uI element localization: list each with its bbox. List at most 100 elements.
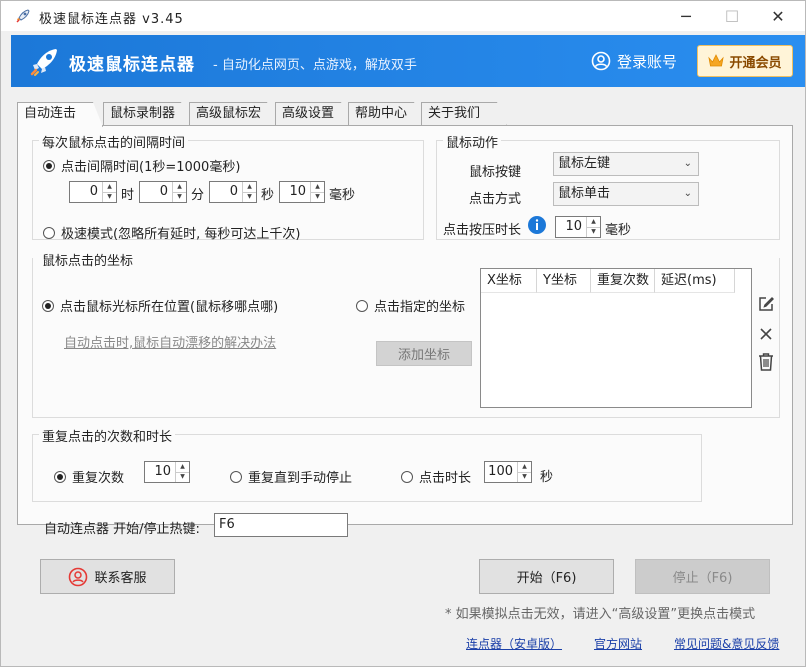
column-header-delay: 延迟(ms) bbox=[655, 269, 735, 293]
user-icon bbox=[591, 51, 611, 71]
start-button[interactable]: 开始（F6) bbox=[479, 559, 614, 594]
down-arrow-icon[interactable]: ▼ bbox=[173, 193, 186, 203]
down-arrow-icon[interactable]: ▼ bbox=[103, 193, 116, 203]
up-arrow-icon[interactable]: ▲ bbox=[311, 182, 324, 193]
android-version-link[interactable]: 连点器（安卓版） bbox=[466, 635, 562, 652]
login-label: 登录账号 bbox=[617, 52, 678, 71]
radio-click-duration[interactable]: 点击时长 bbox=[401, 467, 471, 486]
up-arrow-icon[interactable]: ▲ bbox=[518, 462, 531, 473]
radio-repeat-until-stop[interactable]: 重复直到手动停止 bbox=[230, 467, 352, 486]
up-arrow-icon[interactable]: ▲ bbox=[243, 182, 256, 193]
edit-coordinate-button[interactable] bbox=[756, 294, 776, 314]
vip-label: 开通会员 bbox=[729, 55, 782, 71]
milliseconds-unit: 毫秒 bbox=[329, 188, 356, 203]
press-duration-stepper[interactable]: 10 ▲ ▼ bbox=[555, 216, 601, 238]
up-arrow-icon[interactable]: ▲ bbox=[587, 217, 600, 228]
seconds-unit: 秒 bbox=[261, 188, 275, 203]
minutes-stepper[interactable]: 0 ▲ ▼ bbox=[139, 181, 187, 203]
clear-coordinates-button[interactable] bbox=[756, 352, 776, 372]
radio-dot bbox=[43, 226, 55, 239]
click-mode-label: 点击方式 bbox=[469, 192, 522, 207]
chevron-down-icon: ⌄ bbox=[683, 158, 692, 169]
down-arrow-icon[interactable]: ▼ bbox=[518, 473, 531, 483]
minutes-unit: 分 bbox=[191, 188, 205, 203]
hours-stepper[interactable]: 0 ▲ ▼ bbox=[69, 181, 117, 203]
column-header-x: X坐标 bbox=[481, 269, 537, 293]
window-title: 极速鼠标连点器 v3.45 bbox=[39, 12, 184, 27]
up-arrow-icon[interactable]: ▲ bbox=[103, 182, 116, 193]
brand-title: 极速鼠标连点器 bbox=[69, 55, 195, 75]
info-icon[interactable] bbox=[527, 215, 547, 235]
login-button[interactable]: 登录账号 bbox=[591, 49, 677, 73]
app-header: 极速鼠标连点器 - 自动化点网页、点游戏，解放双手 登录账号 开通会员 bbox=[11, 35, 805, 87]
interval-legend: 每次鼠标点击的间隔时间 bbox=[39, 132, 189, 151]
brand-slogan: - 自动化点网页、点游戏，解放双手 bbox=[213, 58, 417, 73]
stop-button[interactable]: 停止（F6) bbox=[635, 559, 770, 594]
app-window: 极速鼠标连点器 v3.45 ─ ☐ ✕ 极速鼠标连点器 - 自动化点网页、点游戏… bbox=[0, 0, 806, 667]
repeat-count-stepper[interactable]: 10 ▲ ▼ bbox=[144, 461, 190, 483]
close-icon: ✕ bbox=[771, 6, 785, 26]
down-arrow-icon[interactable]: ▼ bbox=[243, 193, 256, 203]
down-arrow-icon[interactable]: ▼ bbox=[311, 193, 324, 203]
radio-interval-mode[interactable]: 点击间隔时间(1秒=1000毫秒) bbox=[43, 156, 240, 175]
rocket-logo-icon bbox=[30, 49, 57, 76]
minimize-button[interactable]: ─ bbox=[663, 1, 709, 31]
crown-icon bbox=[708, 54, 725, 67]
radio-dot bbox=[230, 470, 242, 483]
interval-group: 每次鼠标点击的间隔时间 点击间隔时间(1秒=1000毫秒) 0 ▲ ▼ 时 0 ▲… bbox=[32, 132, 424, 242]
tab-mouse-recorder[interactable]: 鼠标录制器 bbox=[103, 102, 191, 126]
seconds-stepper[interactable]: 0 ▲ ▼ bbox=[209, 181, 257, 203]
tab-help-center[interactable]: 帮助中心 bbox=[348, 102, 424, 126]
radio-dot bbox=[42, 299, 54, 312]
radio-fast-mode[interactable]: 极速模式(忽略所有延时, 每秒可达上千次) bbox=[43, 223, 300, 242]
vip-button[interactable]: 开通会员 bbox=[697, 45, 793, 77]
radio-dot bbox=[401, 470, 413, 483]
tab-panel-auto-clicker: 每次鼠标点击的间隔时间 点击间隔时间(1秒=1000毫秒) 0 ▲ ▼ 时 0 ▲… bbox=[17, 125, 793, 537]
column-header-repeat: 重复次数 bbox=[591, 269, 655, 293]
footer-bar: 连点器（安卓版） 官方网站 常见问题&意见反馈 bbox=[1, 625, 805, 666]
drift-solution-link[interactable]: 自动点击时,鼠标自动漂移的解决办法 bbox=[64, 332, 276, 351]
click-mode-select[interactable]: 鼠标单击 ⌄ bbox=[553, 182, 699, 206]
maximize-icon: ☐ bbox=[724, 6, 740, 26]
radio-click-cursor[interactable]: 点击鼠标光标所在位置(鼠标移哪点哪) bbox=[42, 296, 278, 315]
tab-advanced-settings[interactable]: 高级设置 bbox=[275, 102, 351, 126]
maximize-button[interactable]: ☐ bbox=[709, 1, 755, 31]
tab-mouse-macro[interactable]: 高级鼠标宏 bbox=[189, 102, 277, 126]
radio-dot bbox=[54, 470, 66, 483]
coordinate-table[interactable]: X坐标 Y坐标 重复次数 延迟(ms) bbox=[480, 268, 752, 408]
down-arrow-icon[interactable]: ▼ bbox=[587, 228, 600, 238]
close-icon bbox=[760, 328, 772, 340]
milliseconds-stepper[interactable]: 10 ▲ ▼ bbox=[279, 181, 325, 203]
contact-support-button[interactable]: 联系客服 bbox=[40, 559, 175, 594]
click-mode-hint: * 如果模拟点击无效，请进入“高级设置”更换点击模式 bbox=[445, 607, 756, 622]
repeat-group: 重复点击的次数和时长 bbox=[32, 426, 702, 502]
click-duration-stepper[interactable]: 100 ▲ ▼ bbox=[484, 461, 532, 483]
rocket-app-icon bbox=[16, 9, 30, 23]
remove-coordinate-button[interactable] bbox=[756, 324, 776, 344]
mouse-button-select[interactable]: 鼠标左键 ⌄ bbox=[553, 152, 699, 176]
radio-click-fixed[interactable]: 点击指定的坐标 bbox=[356, 296, 465, 315]
official-website-link[interactable]: 官方网站 bbox=[594, 635, 642, 652]
trash-icon bbox=[759, 353, 773, 371]
support-icon bbox=[69, 567, 88, 586]
tab-about-us[interactable]: 关于我们 bbox=[421, 102, 507, 126]
tab-auto-clicker[interactable]: 自动连击器 bbox=[17, 102, 103, 127]
coordinates-legend: 鼠标点击的坐标 bbox=[39, 250, 137, 269]
hotkey-input[interactable]: F6 bbox=[214, 513, 348, 537]
column-header-y: Y坐标 bbox=[537, 269, 591, 293]
faq-feedback-link[interactable]: 常见问题&意见反馈 bbox=[674, 635, 779, 652]
up-arrow-icon[interactable]: ▲ bbox=[173, 182, 186, 193]
close-button[interactable]: ✕ bbox=[755, 1, 801, 31]
radio-dot bbox=[43, 159, 55, 172]
repeat-legend: 重复点击的次数和时长 bbox=[39, 426, 176, 445]
mouse-button-label: 鼠标按键 bbox=[469, 165, 522, 180]
chevron-down-icon: ⌄ bbox=[683, 188, 692, 199]
add-coordinate-button[interactable]: 添加坐标 bbox=[376, 341, 472, 366]
hotkey-label: 自动连点器 开始/停止热键: bbox=[44, 522, 200, 537]
up-arrow-icon[interactable]: ▲ bbox=[176, 462, 189, 473]
edit-icon bbox=[759, 297, 774, 311]
click-duration-unit: 秒 bbox=[540, 470, 554, 485]
radio-repeat-count[interactable]: 重复次数 bbox=[54, 467, 124, 486]
down-arrow-icon[interactable]: ▼ bbox=[176, 473, 189, 483]
mouse-action-group: 鼠标动作 鼠标按键 鼠标左键 ⌄ 点击方式 鼠标单击 ⌄ 点击按压时长 10 ▲… bbox=[436, 132, 780, 240]
